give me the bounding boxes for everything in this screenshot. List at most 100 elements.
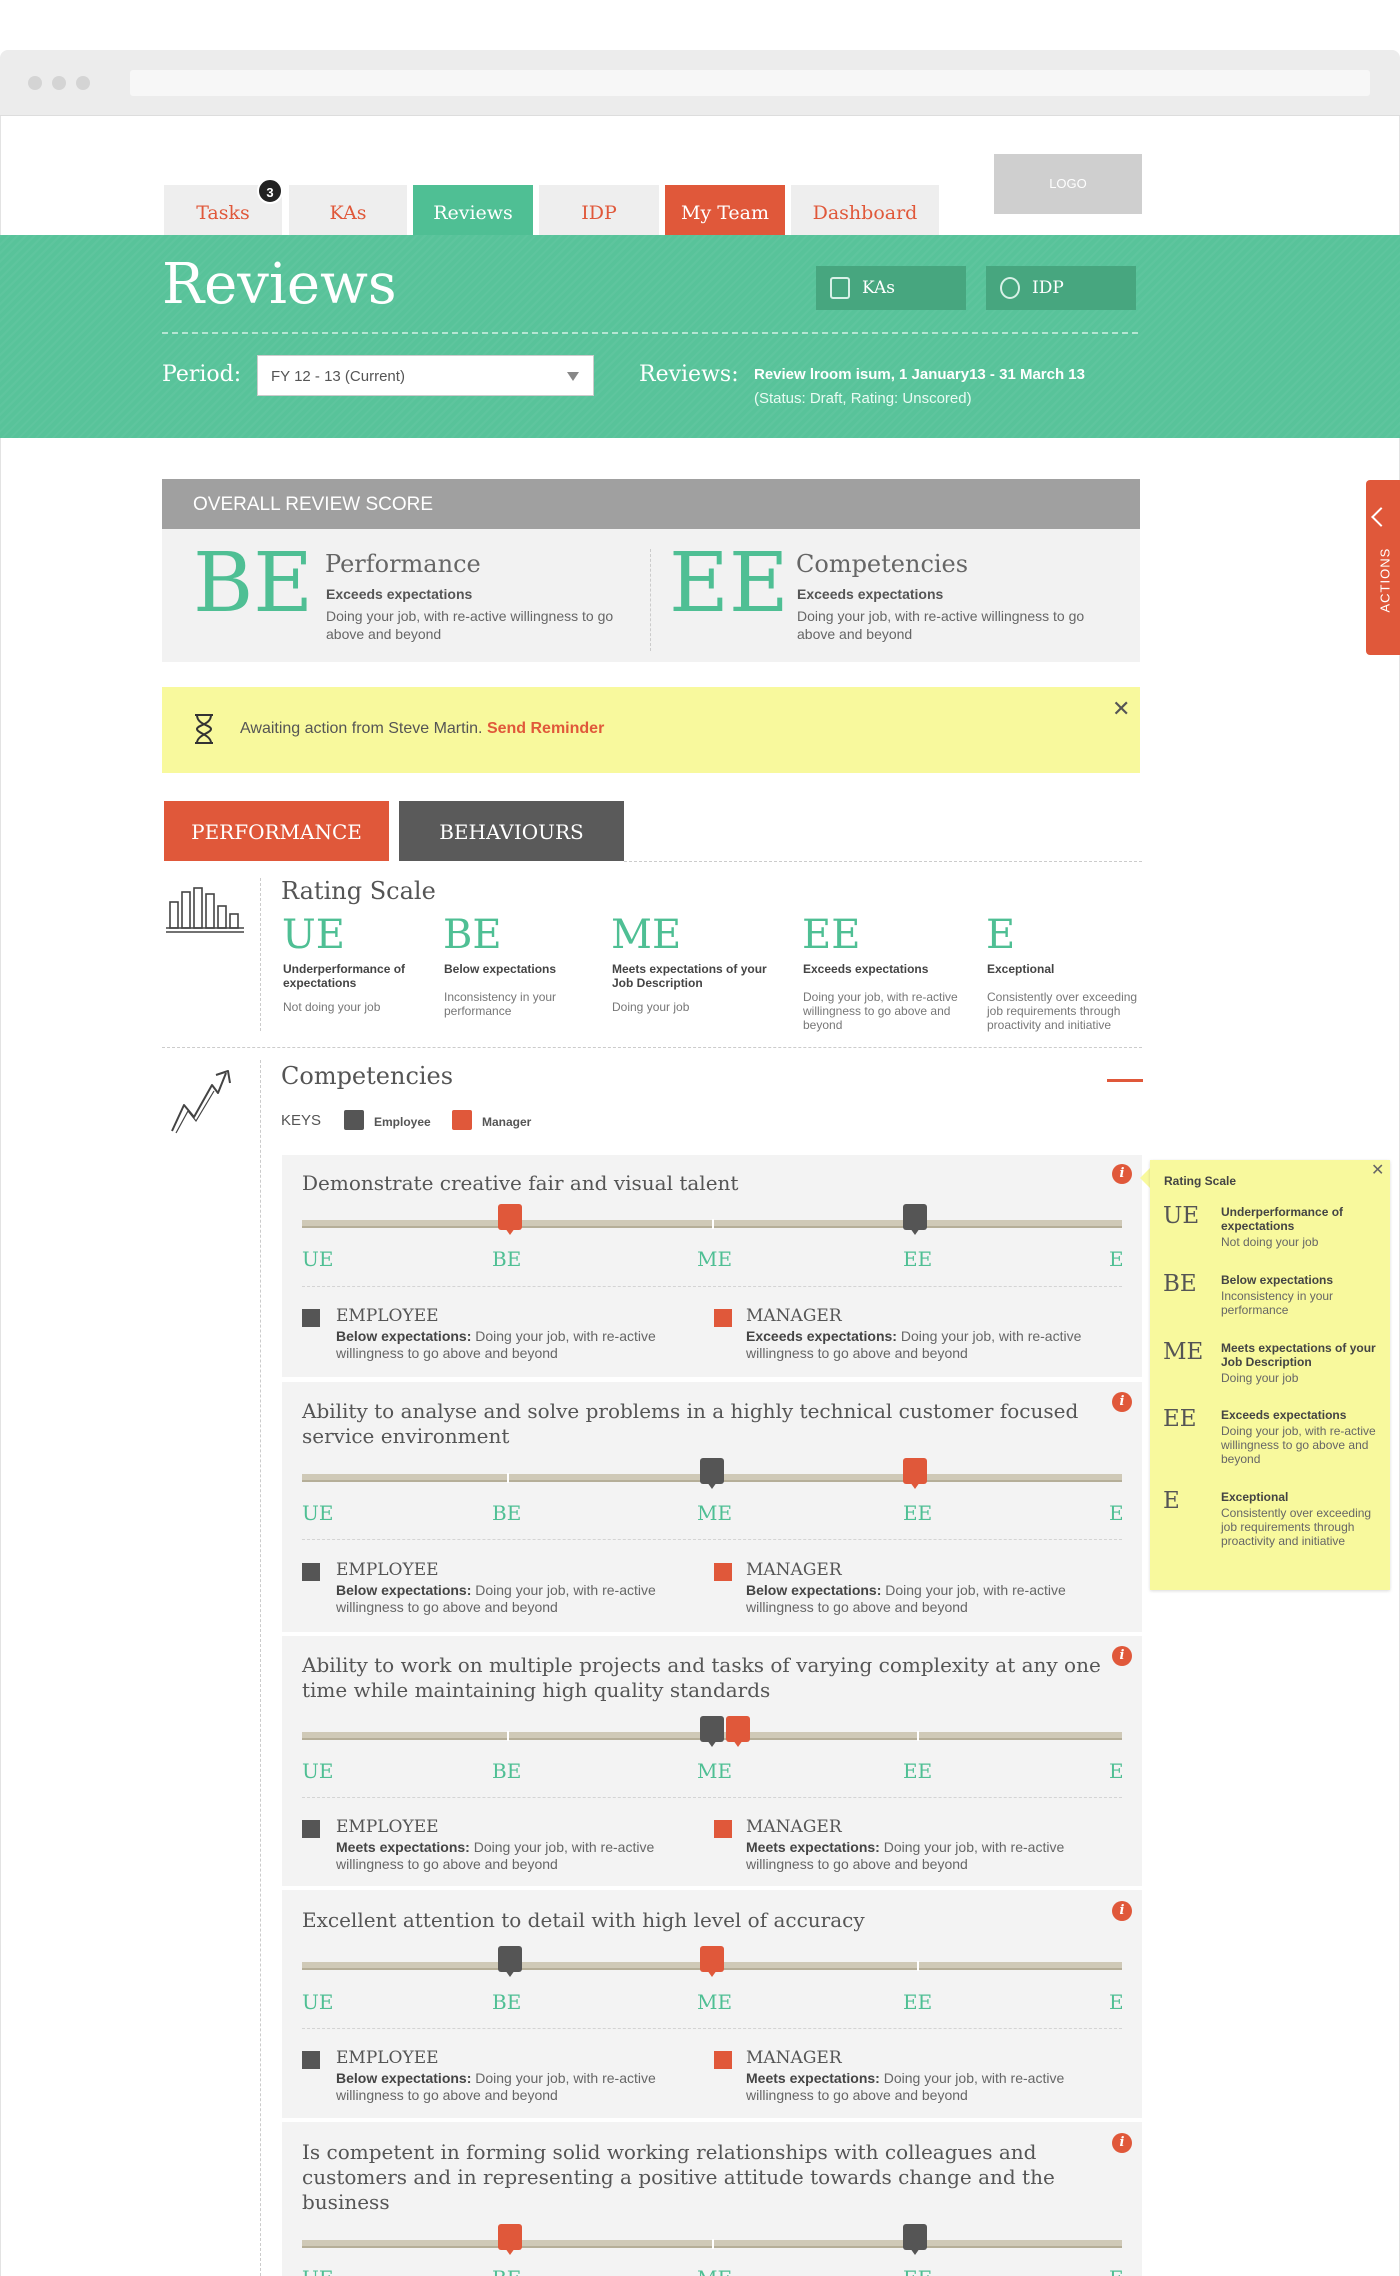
period-select[interactable]: FY 12 - 13 (Current) — [257, 355, 594, 396]
tooltip-rating-name: Meets expectations of your Job Descripti… — [1221, 1341, 1376, 1369]
info-icon[interactable]: i — [1112, 1164, 1132, 1184]
actions-label: ACTIONS — [1377, 547, 1393, 613]
review-name[interactable]: Review lroom isum, 1 January13 - 31 Marc… — [754, 366, 1085, 383]
competency-title: Ability to analyse and solve problems in… — [302, 1399, 1079, 1448]
scale-label: ME — [697, 1247, 733, 1271]
idp-button[interactable]: IDP — [986, 266, 1136, 310]
manager-rating-marker[interactable] — [726, 1716, 751, 1747]
tab-behaviours[interactable]: BEHAVIOURS — [399, 801, 624, 861]
notice-text: Awaiting action from Steve Martin. Send … — [240, 720, 604, 738]
tab-kas[interactable]: KAs — [289, 185, 407, 235]
employee-rating-marker[interactable] — [902, 1204, 927, 1235]
manager-square-icon — [714, 1309, 732, 1327]
score-divider — [650, 549, 651, 651]
employee-label: EMPLOYEE — [336, 1817, 439, 1837]
send-reminder-link[interactable]: Send Reminder — [487, 720, 604, 737]
scale-label: ME — [697, 1759, 733, 1783]
rating-desc: Doing your job — [612, 1000, 690, 1014]
scale-label: UE — [302, 1759, 334, 1783]
manager-label: MANAGER — [746, 1817, 842, 1837]
manager-rating-marker[interactable] — [497, 1204, 522, 1235]
rating-scale-title: Rating Scale — [281, 877, 436, 905]
section-rule — [260, 878, 261, 1031]
employee-key-marker — [344, 1110, 364, 1130]
manager-rating-marker[interactable] — [700, 1946, 724, 1977]
tooltip-rating-desc: Doing your job, with re-active willingne… — [1221, 1424, 1376, 1466]
logo: LOGO — [994, 154, 1142, 214]
scale-label: E — [1109, 1759, 1124, 1783]
employee-rating-desc: Below expectations: Doing your job, with… — [336, 1582, 696, 1616]
employee-rating-desc: Meets expectations: Doing your job, with… — [336, 1839, 696, 1873]
employee-rating-marker[interactable] — [497, 1946, 522, 1977]
competencies-score-code: EE — [669, 536, 789, 631]
tab-my-team[interactable]: My Team — [665, 185, 785, 235]
manager-label: MANAGER — [746, 2048, 842, 2068]
close-icon[interactable]: ✕ — [1371, 1160, 1384, 1180]
bar-chart-sketch-icon — [166, 887, 244, 933]
kas-button-label: KAs — [862, 278, 896, 298]
slider-tick — [917, 1731, 919, 1741]
tooltip-rating-desc: Inconsistency in your performance — [1221, 1289, 1334, 1317]
rating-desc: Inconsistency in your performance — [444, 990, 557, 1018]
manager-rating-desc: Below expectations: Doing your job, with… — [746, 1582, 1106, 1616]
address-bar[interactable] — [130, 70, 1370, 96]
tooltip-rating-name: Exceptional — [1221, 1490, 1289, 1504]
caret-down-icon — [567, 372, 579, 381]
scale-label: EE — [903, 1247, 933, 1271]
tab-dashboard[interactable]: Dashboard — [791, 185, 939, 235]
competency-title: Demonstrate creative fair and visual tal… — [302, 1171, 739, 1195]
employee-rating-marker[interactable] — [700, 1458, 724, 1489]
scale-label: BE — [492, 1759, 522, 1783]
scale-label: E — [1109, 1247, 1124, 1271]
scale-label: BE — [492, 1247, 522, 1271]
manager-rating: Below expectations: — [746, 1582, 882, 1598]
rating-code: ME — [611, 912, 682, 958]
tab-reviews[interactable]: Reviews — [413, 185, 533, 235]
close-icon[interactable]: ✕ — [1112, 696, 1130, 722]
window-dot — [28, 76, 42, 90]
scale-label: EE — [903, 1501, 933, 1525]
scale-label: ME — [697, 1501, 733, 1525]
reviews-label: Reviews: — [639, 362, 739, 387]
info-icon[interactable]: i — [1112, 1646, 1132, 1666]
slider-tick — [507, 1731, 509, 1741]
manager-rating-marker[interactable] — [902, 1458, 927, 1489]
employee-rating-marker[interactable] — [700, 1716, 724, 1747]
manager-label: MANAGER — [746, 1560, 842, 1580]
scale-label: UE — [302, 1990, 334, 2014]
tooltip-pointer — [1140, 1168, 1150, 1188]
rating-desc: Doing your job, with re-active willingne… — [803, 990, 958, 1032]
rating-code: BE — [443, 912, 502, 958]
performance-score-desc: Doing your job, with re-active willingne… — [326, 608, 614, 642]
tab-idp[interactable]: IDP — [539, 185, 659, 235]
section-divider — [624, 861, 1142, 862]
review-status: (Status: Draft, Rating: Unscored) — [754, 390, 972, 407]
rating-name: Exceptional — [987, 962, 1055, 976]
tooltip-rating-code: E — [1163, 1488, 1180, 1514]
employee-rating: Below expectations: — [336, 1582, 472, 1598]
collapse-icon[interactable] — [1107, 1079, 1143, 1082]
performance-score-rating: Exceeds expectations — [326, 586, 473, 602]
hourglass-icon — [195, 714, 213, 744]
section-rule — [260, 1060, 261, 2276]
employee-label: EMPLOYEE — [336, 1560, 439, 1580]
info-icon[interactable]: i — [1112, 2133, 1132, 2153]
rating-desc: Not doing your job — [283, 1000, 381, 1014]
tooltip-rating-code: UE — [1163, 1203, 1200, 1229]
tab-performance[interactable]: PERFORMANCE — [164, 801, 389, 861]
scale-label: E — [1109, 2266, 1124, 2276]
rating-desc: Consistently over exceeding job requirem… — [987, 990, 1138, 1032]
manager-rating-marker[interactable] — [497, 2224, 522, 2255]
info-icon[interactable]: i — [1112, 1392, 1132, 1412]
info-icon[interactable]: i — [1112, 1901, 1132, 1921]
employee-key-label: Employee — [374, 1115, 431, 1129]
kas-button[interactable]: KAs — [816, 266, 966, 310]
period-label: Period: — [162, 362, 242, 387]
employee-rating: Below expectations: — [336, 2070, 472, 2086]
employee-rating-marker[interactable] — [902, 2224, 927, 2255]
idp-button-label: IDP — [1032, 278, 1064, 298]
employee-square-icon — [302, 1563, 320, 1581]
manager-rating: Exceeds expectations: — [746, 1328, 897, 1344]
competencies-score-desc: Doing your job, with re-active willingne… — [797, 608, 1085, 642]
performance-score-code: BE — [193, 536, 314, 631]
